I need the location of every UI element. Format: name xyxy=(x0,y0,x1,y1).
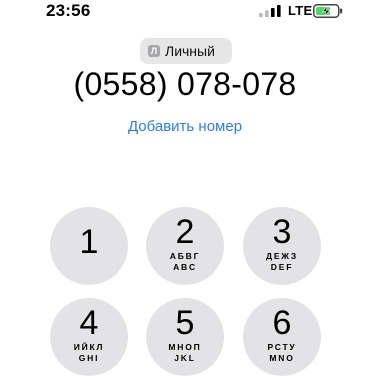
keypad-key-6[interactable]: 6 РСТУ MNO xyxy=(243,298,321,376)
line-badge-icon: Л xyxy=(148,45,160,57)
line-label: Личный xyxy=(165,43,215,59)
key-digit: 6 xyxy=(272,304,292,342)
key-letters-cyrillic: АБВГ xyxy=(169,251,201,261)
keypad-key-1[interactable]: 1 xyxy=(50,207,128,285)
key-digit: 5 xyxy=(175,304,195,342)
key-letters-cyrillic: ИЙКЛ xyxy=(73,342,105,352)
key-letters-latin: MNO xyxy=(269,353,295,363)
key-digit: 1 xyxy=(79,223,99,261)
network-type: LTE xyxy=(288,3,313,18)
battery-charging-icon xyxy=(313,4,343,18)
key-digit: 2 xyxy=(175,213,195,251)
key-digit: 3 xyxy=(272,213,292,251)
line-selector[interactable]: Л Личный xyxy=(140,38,232,64)
clock-time: 23:56 xyxy=(46,1,91,20)
keypad-key-3[interactable]: 3 ДЕЖЗ DEF xyxy=(243,207,321,285)
key-letters-cyrillic: ДЕЖЗ xyxy=(265,251,299,261)
key-letters-cyrillic: МНОП xyxy=(168,342,202,352)
keypad-key-2[interactable]: 2 АБВГ ABC xyxy=(146,207,224,285)
key-letters-latin: JKL xyxy=(174,353,196,363)
status-bar: 23:56 LTE xyxy=(0,0,370,24)
dialed-number: (0558) 078-078 xyxy=(73,66,297,102)
key-letters-cyrillic: РСТУ xyxy=(267,342,297,352)
cellular-signal-icon xyxy=(259,5,281,17)
key-letters-latin: DEF xyxy=(270,262,294,272)
key-digit: 4 xyxy=(79,304,99,342)
key-letters-latin: GHI xyxy=(78,353,100,363)
keypad-key-4[interactable]: 4 ИЙКЛ GHI xyxy=(50,298,128,376)
keypad-key-5[interactable]: 5 МНОП JKL xyxy=(146,298,224,376)
add-number-link[interactable]: Добавить номер xyxy=(0,118,370,135)
key-letters-latin: ABC xyxy=(173,262,197,272)
